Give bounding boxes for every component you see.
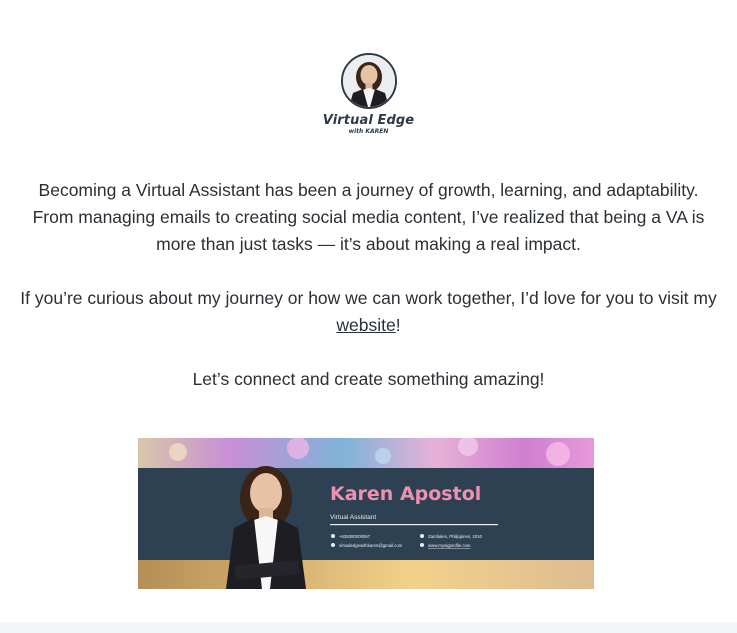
paragraph-2-text: If you’re curious about my journey or ho… bbox=[20, 288, 717, 308]
signature-website: www.mysigprofile.com bbox=[428, 543, 471, 548]
signature-name: Karen Apostol bbox=[330, 483, 481, 505]
avatar bbox=[340, 53, 397, 109]
location-icon bbox=[420, 534, 424, 538]
profile-photo-icon bbox=[342, 55, 395, 107]
footer-strip bbox=[0, 622, 737, 633]
brand-subtitle: with KAREN bbox=[348, 128, 389, 135]
email-icon bbox=[331, 543, 335, 547]
signature-graphic: Karen Apostol Virtual Assistant +6393800… bbox=[138, 438, 594, 589]
phone-icon bbox=[331, 534, 335, 538]
intro-paragraph-3: Let’s connect and create something amazi… bbox=[192, 369, 545, 389]
website-link[interactable]: website bbox=[336, 315, 395, 335]
signature-phone: +639380000067 bbox=[339, 534, 371, 539]
signature-role: Virtual Assistant bbox=[330, 514, 376, 521]
signature-location: Zambales, Philippines, 2010 bbox=[428, 534, 483, 539]
brand-title: Virtual Edge bbox=[322, 113, 415, 128]
brand-logo: Virtual Edge with KAREN bbox=[0, 53, 737, 135]
intro-paragraph-1: Becoming a Virtual Assistant has been a … bbox=[32, 180, 705, 254]
email-page: Virtual Edge with KAREN Becoming a Virtu… bbox=[0, 0, 737, 633]
signature-email: virtualedgewithkaren@gmail.com bbox=[339, 543, 403, 548]
intro-paragraph-2: If you’re curious about my journey or ho… bbox=[20, 285, 717, 339]
globe-icon bbox=[420, 543, 424, 547]
email-signature-banner: Karen Apostol Virtual Assistant +6393800… bbox=[138, 438, 594, 589]
paragraph-2-punctuation: ! bbox=[395, 315, 401, 335]
